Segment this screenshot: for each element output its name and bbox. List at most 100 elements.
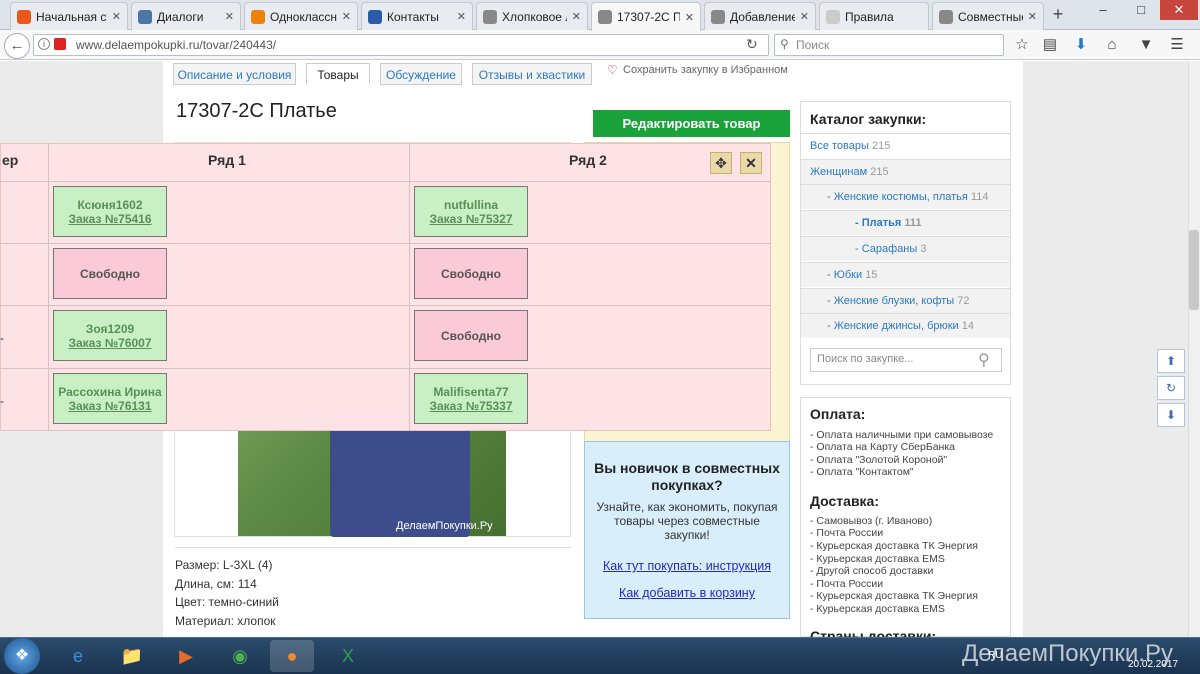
tab-label: Правила xyxy=(845,9,894,24)
home-icon[interactable]: ⌂ xyxy=(1101,34,1123,56)
catalog-item-blouses[interactable]: - Женские блузки, кофты 72 xyxy=(801,288,1010,313)
tab-close-icon[interactable]: ✕ xyxy=(112,10,121,23)
order-cell[interactable]: Зоя1209 Заказ №76007 xyxy=(53,310,167,361)
catalog-item-sarafans[interactable]: - Сарафаны 3 xyxy=(801,236,1010,261)
maximize-icon[interactable]: □ xyxy=(1122,0,1160,20)
tab-label: 17307-2С П... xyxy=(617,10,680,24)
browser-tab[interactable]: 17307-2С П... ✕ xyxy=(591,2,701,31)
catalog-item-skirts[interactable]: - Юбки 15 xyxy=(801,262,1010,287)
order-cell[interactable]: nutfullina Заказ №75327 xyxy=(414,186,528,237)
order-link[interactable]: Заказ №76131 xyxy=(54,399,166,413)
minimize-icon[interactable]: – xyxy=(1084,0,1122,20)
how-to-add-cart-link[interactable]: Как добавить в корзину xyxy=(584,586,790,600)
tab-goods[interactable]: Товары xyxy=(306,63,370,85)
download-icon[interactable]: ⬇ xyxy=(1070,34,1092,56)
order-link[interactable]: Заказ №75416 xyxy=(54,212,166,226)
grid-line xyxy=(0,181,771,182)
free-cell[interactable]: Свободно xyxy=(414,248,528,299)
buyer-name: Malifisenta77 xyxy=(433,384,509,399)
buyer-name: Зоя1209 xyxy=(85,321,135,336)
edit-product-button[interactable]: Редактировать товар xyxy=(593,110,790,137)
order-cell[interactable]: Ксюня1602 Заказ №75416 xyxy=(53,186,167,237)
new-tab-button[interactable]: + xyxy=(1044,4,1072,26)
catalog-item-label: - Женские блузки, кофты xyxy=(827,295,955,307)
media-player-icon[interactable]: ▶ xyxy=(164,640,208,672)
tab-description[interactable]: Описание и условия xyxy=(173,63,296,85)
close-icon[interactable]: ✕ xyxy=(740,152,762,174)
tab-close-icon[interactable]: ✕ xyxy=(225,10,234,23)
catalog-item-all[interactable]: Все товары 215 xyxy=(801,133,1010,158)
order-cell[interactable]: Рассохина Ирина Заказ №76131 xyxy=(53,373,167,424)
catalog-item-label: - Сарафаны xyxy=(855,243,918,255)
tab-favicon-icon xyxy=(711,9,725,24)
tab-label: Совместные п... xyxy=(958,9,1023,24)
catalog-item-women[interactable]: Женщинам 215 xyxy=(801,159,1010,184)
scroll-down-icon[interactable]: ⬇ xyxy=(1157,403,1185,427)
order-link[interactable]: Заказ №75327 xyxy=(415,212,527,226)
search-icon[interactable]: ⚲ xyxy=(978,350,990,370)
order-cell[interactable]: Malifisenta77 Заказ №75337 xyxy=(414,373,528,424)
explorer-icon[interactable]: 📁 xyxy=(110,640,154,672)
pocket-icon[interactable]: ▼ xyxy=(1135,34,1157,56)
start-button[interactable]: ❖ xyxy=(4,638,40,674)
payment-item: - Оплата наличными при самовывозе xyxy=(810,429,994,441)
menu-icon[interactable]: ☰ xyxy=(1166,34,1188,56)
how-to-buy-link[interactable]: Как тут покупать: инструкция xyxy=(584,559,790,573)
firefox-icon[interactable]: ● xyxy=(270,640,314,672)
info-icon[interactable]: i xyxy=(38,38,50,50)
ie-icon[interactable]: e xyxy=(56,640,100,672)
order-link[interactable]: Заказ №76007 xyxy=(54,336,166,350)
size-column-header: ер xyxy=(2,152,19,168)
free-cell[interactable]: Свободно xyxy=(414,310,528,361)
save-favorite-link[interactable]: Сохранить закупку в Избранном xyxy=(623,64,788,76)
order-link[interactable]: Заказ №75337 xyxy=(415,399,527,413)
spec-material: Материал: хлопок xyxy=(175,614,276,628)
browser-tab[interactable]: Добавление т... ✕ xyxy=(704,2,816,30)
spec-color: Цвет: темно-синий xyxy=(175,595,279,609)
move-icon[interactable]: ✥ xyxy=(710,152,732,174)
delivery-item: - Другой способ доставки xyxy=(810,565,934,577)
tab-close-icon[interactable]: ✕ xyxy=(457,10,466,23)
excel-icon[interactable]: X xyxy=(326,640,370,672)
tab-favicon-icon xyxy=(939,9,953,24)
tab-favicon-icon xyxy=(251,9,265,24)
browser-tab[interactable]: Хлопковое лет... ✕ xyxy=(476,2,588,30)
tab-close-icon[interactable]: ✕ xyxy=(342,10,351,23)
close-window-icon[interactable]: ✕ xyxy=(1160,0,1198,20)
delivery-item: - Почта России xyxy=(810,527,884,539)
scrollbar-thumb[interactable] xyxy=(1189,230,1199,310)
browser-tab[interactable]: Диалоги ✕ xyxy=(131,2,241,30)
tab-discussion[interactable]: Обсуждение xyxy=(380,63,462,85)
catalog-item-count: 114 xyxy=(970,191,989,203)
photo-watermark: ДелаемПокупки.Ру xyxy=(396,520,493,532)
chrome-icon[interactable]: ◉ xyxy=(218,640,262,672)
tab-close-icon[interactable]: ✕ xyxy=(800,10,809,23)
tab-close-icon[interactable]: ✕ xyxy=(1028,10,1037,23)
back-arrow-icon[interactable]: ← xyxy=(4,33,30,59)
tab-label: Добавление т... xyxy=(730,9,795,24)
tab-close-icon[interactable]: ✕ xyxy=(685,11,694,24)
free-cell[interactable]: Свободно xyxy=(53,248,167,299)
reload-icon[interactable]: ↻ xyxy=(746,36,758,53)
scroll-up-icon[interactable]: ⬆ xyxy=(1157,349,1185,373)
page-scrollbar[interactable] xyxy=(1188,61,1200,637)
browser-tab[interactable]: Начальная стр... ✕ xyxy=(10,2,128,30)
delivery-item: - Курьерская доставка ТК Энергия xyxy=(810,590,978,602)
browser-tab[interactable]: Одноклассники ✕ xyxy=(244,2,358,30)
catalog-item-jeans[interactable]: - Женские джинсы, брюки 14 xyxy=(801,313,1010,338)
refresh-icon[interactable]: ↻ xyxy=(1157,376,1185,400)
star-icon[interactable]: ☆ xyxy=(1011,34,1033,56)
heart-icon[interactable]: ♡ xyxy=(607,63,618,77)
browser-tab[interactable]: Правила xyxy=(819,2,929,30)
reading-list-icon[interactable]: ▤ xyxy=(1039,34,1061,56)
language-indicator[interactable]: RU xyxy=(988,650,1002,661)
browser-tab[interactable]: Контакты ✕ xyxy=(361,2,473,30)
catalog-item-count: 72 xyxy=(957,295,970,307)
catalog-item-dresses[interactable]: - Платья 111 xyxy=(801,210,1010,235)
browser-tab[interactable]: Совместные п... ✕ xyxy=(932,2,1044,30)
catalog-item-count: 3 xyxy=(920,243,927,255)
tab-close-icon[interactable]: ✕ xyxy=(572,10,581,23)
tab-reviews[interactable]: Отзывы и хвастики xyxy=(472,63,592,85)
catalog-item-label: - Юбки xyxy=(827,269,863,281)
catalog-item-suits-dresses[interactable]: - Женские костюмы, платья 114 xyxy=(801,184,1010,209)
